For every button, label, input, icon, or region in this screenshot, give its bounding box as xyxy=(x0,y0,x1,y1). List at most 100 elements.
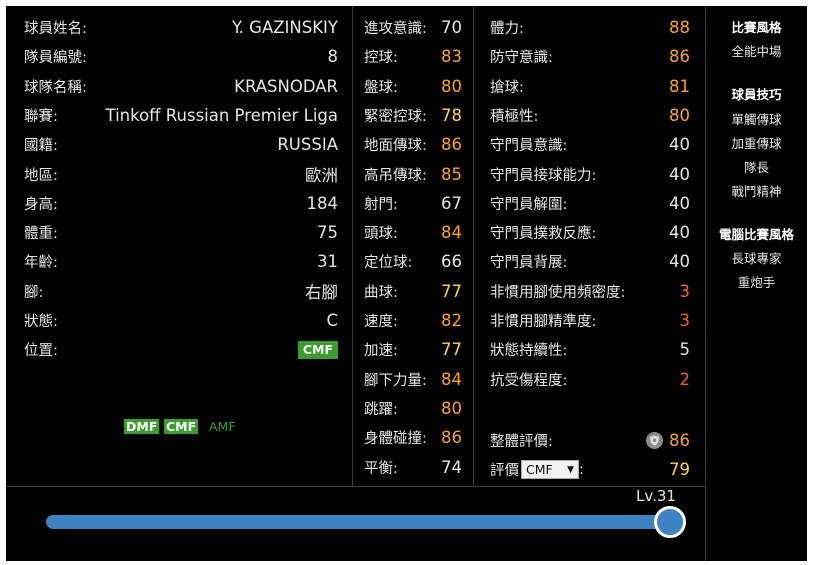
stat-label: 跳躍: xyxy=(364,401,398,418)
level-slider[interactable] xyxy=(46,506,686,538)
info-row: 聯賽: Tinkoff Russian Premier Liga xyxy=(24,101,338,130)
stat-label: 進攻意識: xyxy=(364,21,427,37)
stat-label: 身體碰撞: xyxy=(364,431,427,448)
info-row: 球隊名稱: KRASNODAR xyxy=(24,72,338,101)
info-label: 國籍: xyxy=(24,138,58,155)
info-value: C xyxy=(326,311,338,330)
stat-value: 3 xyxy=(679,281,691,301)
chevron-down-icon: ▼ xyxy=(567,464,574,475)
stat-label: 守門員背展: xyxy=(490,255,568,272)
stat-label: 腳下力量: xyxy=(364,372,427,389)
overall-rating-label: 整體評價: xyxy=(490,434,553,450)
skill-item: 隊長 xyxy=(743,160,769,175)
level-slider-thumb[interactable] xyxy=(654,506,686,538)
stat-value: 81 xyxy=(669,76,690,96)
info-row: 球員姓名: Y. GAZINSKIY xyxy=(24,13,338,42)
stat-label: 積極性: xyxy=(490,108,539,125)
stat-row: 積極性: 80 xyxy=(490,101,690,130)
stat-row: 守門員解圍: 40 xyxy=(490,189,690,218)
info-label: 身高: xyxy=(24,196,58,213)
column-divider xyxy=(473,6,474,486)
info-row: 地區: 歐洲 xyxy=(24,160,338,189)
level-label: Lv.31 xyxy=(636,487,676,505)
stat-row: 體力: 88 xyxy=(490,13,690,42)
stat-label: 射門: xyxy=(364,196,398,213)
overall-rating-value: 86 xyxy=(669,431,690,450)
level-slider-track xyxy=(46,515,686,529)
stat-row: 曲球: 77 xyxy=(364,277,462,306)
stat-value: 3 xyxy=(679,311,691,330)
info-value: 8 xyxy=(327,47,339,67)
stat-row: 抗受傷程度: 2 xyxy=(490,365,690,394)
style-panel: 比賽風格 全能中場 球員技巧 單觸傳球 加重傳球 隊長 戰鬥精神 電腦比賽風格 長球專… xyxy=(706,6,807,561)
info-label: 狀態: xyxy=(24,314,58,330)
info-value: RUSSIA xyxy=(277,135,338,155)
stat-value: 40 xyxy=(669,223,690,243)
position-select[interactable]: CMF ▼ xyxy=(521,460,579,479)
info-label: 體重: xyxy=(24,226,58,243)
stat-row: 守門員背展: 40 xyxy=(490,247,690,276)
stat-label: 定位球: xyxy=(364,255,413,272)
stat-value: 82 xyxy=(441,311,462,330)
info-value: KRASNODAR xyxy=(234,76,338,96)
stat-label: 抗受傷程度: xyxy=(490,372,568,389)
stat-row: 高吊傳球: 85 xyxy=(364,160,462,189)
stat-row: 腳下力量: 84 xyxy=(364,365,462,394)
stat-value: 86 xyxy=(441,135,462,155)
stat-row: 防守意識: 86 xyxy=(490,42,690,71)
stat-value: 74 xyxy=(441,457,462,477)
shield-icon xyxy=(646,432,663,449)
position-tag: DMF xyxy=(124,419,160,434)
stat-label: 守門員解圍: xyxy=(490,196,568,213)
stat-label: 非慣用腳精準度: xyxy=(490,314,597,330)
play-style-value: 全能中場 xyxy=(731,44,782,59)
info-label: 位置: xyxy=(24,343,58,360)
play-style-title: 比賽風格 xyxy=(731,20,782,35)
info-row: 國籍: RUSSIA xyxy=(24,130,338,159)
info-label: 地區: xyxy=(24,167,58,184)
com-style-item: 長球專家 xyxy=(731,251,782,266)
stat-label: 頭球: xyxy=(364,226,398,243)
evaluation-value: 79 xyxy=(669,460,690,479)
stat-value: 40 xyxy=(669,252,690,272)
stat-row: 跳躍: 80 xyxy=(364,394,462,423)
stat-label: 控球: xyxy=(364,50,398,67)
stat-value: 67 xyxy=(441,193,462,213)
info-value: 歐洲 xyxy=(305,166,338,185)
stat-row: 射門: 67 xyxy=(364,189,462,218)
info-value: 75 xyxy=(317,223,338,243)
stat-label: 狀態持續性: xyxy=(490,343,568,360)
stat-label: 體力: xyxy=(490,21,524,37)
skill-item: 戰鬥精神 xyxy=(731,184,782,199)
skill-item: 加重傳球 xyxy=(731,136,782,151)
stat-label: 高吊傳球: xyxy=(364,167,427,184)
stat-value: 86 xyxy=(669,47,690,67)
info-value: 右腳 xyxy=(305,283,338,303)
stat-value: 70 xyxy=(441,18,462,37)
stat-value: 88 xyxy=(669,18,690,37)
stat-label: 盤球: xyxy=(364,79,398,96)
info-label: 聯賽: xyxy=(24,108,58,125)
stat-row: 守門員撲救反應: 40 xyxy=(490,218,690,247)
evaluation-row: 評價 CMF ▼ : 79 xyxy=(490,455,690,484)
stat-value: 2 xyxy=(679,369,691,389)
stat-row: 進攻意識: 70 xyxy=(364,13,462,42)
info-row: 體重: 75 xyxy=(24,218,338,247)
stat-row: 非慣用腳使用頻密度: 3 xyxy=(490,277,690,306)
stat-value: 40 xyxy=(669,193,690,213)
stat-row: 守門員接球能力: 40 xyxy=(490,160,690,189)
stat-row: 平衡: 74 xyxy=(364,453,462,482)
stat-row: 守門員意識: 40 xyxy=(490,130,690,159)
info-row: 腳: 右腳 xyxy=(24,277,338,306)
stat-value: 84 xyxy=(441,223,462,243)
stat-label: 速度: xyxy=(364,314,398,330)
info-label: 隊員編號: xyxy=(24,50,87,67)
stat-label: 曲球: xyxy=(364,284,398,301)
stat-row: 加速: 77 xyxy=(364,335,462,364)
stat-row: 非慣用腳精準度: 3 xyxy=(490,306,690,335)
column-divider xyxy=(352,6,353,486)
info-value: 184 xyxy=(306,193,339,213)
overall-rating-row: 整體評價: 86 xyxy=(490,426,690,455)
position-select-value: CMF xyxy=(526,462,553,477)
stat-row: 盤球: 80 xyxy=(364,72,462,101)
